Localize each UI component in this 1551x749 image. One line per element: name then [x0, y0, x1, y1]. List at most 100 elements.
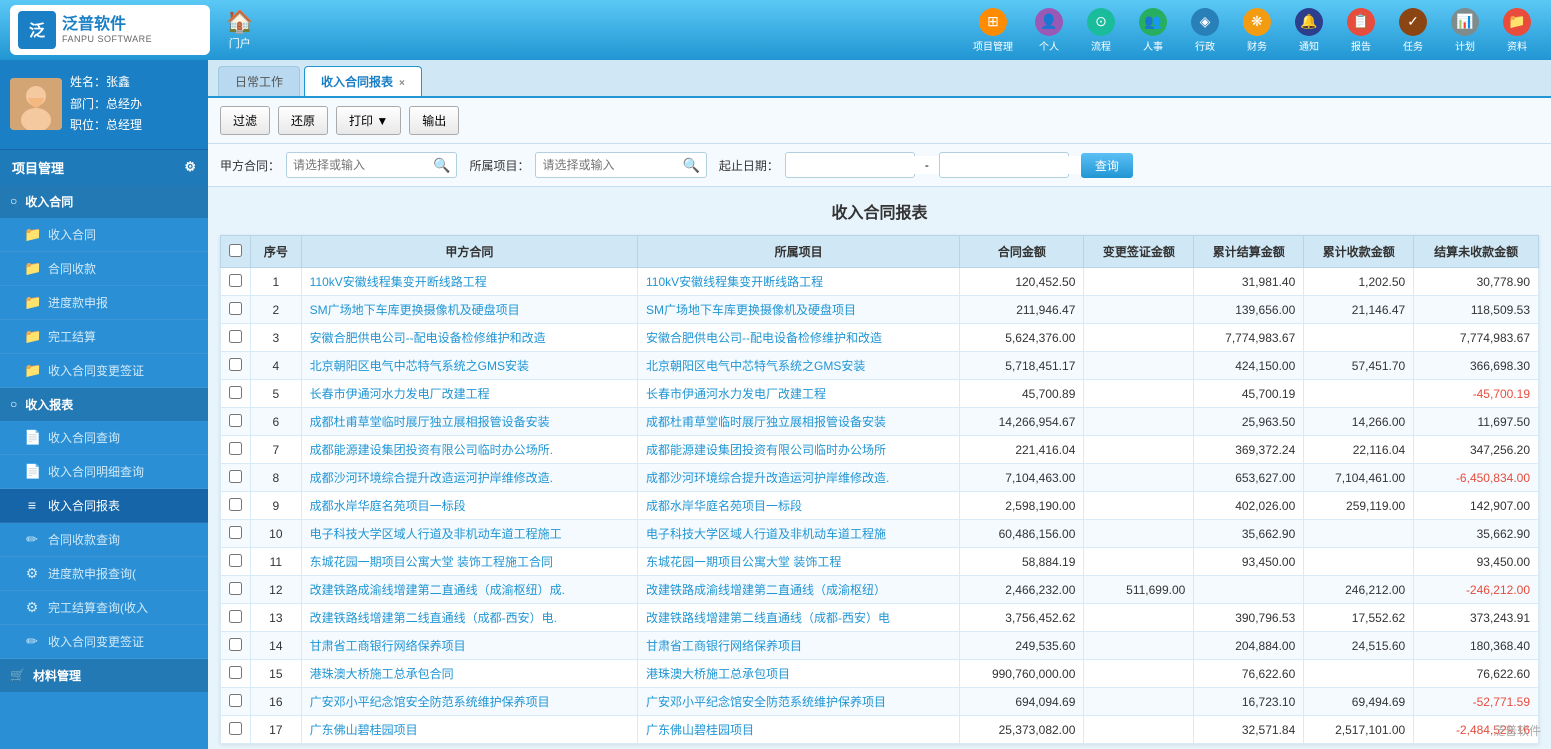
nav-icon-通知[interactable]: 🔔通知 — [1285, 4, 1333, 57]
cell-14-2[interactable]: 港珠澳大桥施工总承包合同 — [301, 660, 637, 688]
cell-16-3[interactable]: 广东佛山碧桂园项目 — [638, 716, 960, 744]
cell-0-7: 1,202.50 — [1304, 268, 1414, 296]
row-checkbox[interactable] — [229, 274, 242, 287]
row-checkbox[interactable] — [229, 666, 242, 679]
cell-14-3[interactable]: 港珠澳大桥施工总承包项目 — [638, 660, 960, 688]
sidebar-item-8[interactable]: 📄收入合同明细查询 — [0, 455, 208, 489]
cell-9-4: 60,486,156.00 — [960, 520, 1084, 548]
tab-1[interactable]: 收入合同报表× — [304, 66, 422, 96]
cell-4-3[interactable]: 长春市伊通河水力发电厂改建工程 — [638, 380, 960, 408]
row-checkbox[interactable] — [229, 470, 242, 483]
cell-10-3[interactable]: 东城花园一期项目公寓大堂 装饰工程 — [638, 548, 960, 576]
cell-16-4: 25,373,082.00 — [960, 716, 1084, 744]
sidebar-item-13[interactable]: ✏收入合同变更签证 — [0, 625, 208, 659]
cell-5-4: 14,266,954.67 — [960, 408, 1084, 436]
cell-12-2[interactable]: 改建铁路线增建第二线直通线（成都-西安）电. — [301, 604, 637, 632]
sidebar-item-0[interactable]: ○收入合同 — [0, 185, 208, 218]
row-checkbox[interactable] — [229, 694, 242, 707]
cell-2-3[interactable]: 安徽合肥供电公司--配电设备检修维护和改造 — [638, 324, 960, 352]
sidebar-item-1[interactable]: 📁收入合同 — [0, 218, 208, 252]
cell-16-2[interactable]: 广东佛山碧桂园项目 — [301, 716, 637, 744]
sidebar-item-10[interactable]: ✏合同收款查询 — [0, 523, 208, 557]
sidebar-section-title[interactable]: 项目管理 ⚙ — [0, 150, 208, 185]
sidebar-item-5[interactable]: 📁收入合同变更签证 — [0, 354, 208, 388]
export-button[interactable]: 输出 — [409, 106, 459, 135]
row-checkbox[interactable] — [229, 526, 242, 539]
reset-button[interactable]: 还原 — [278, 106, 328, 135]
sidebar-item-6[interactable]: ○收入报表 — [0, 388, 208, 421]
sidebar-item-12[interactable]: ⚙完工结算查询(收入 — [0, 591, 208, 625]
row-checkbox[interactable] — [229, 498, 242, 511]
row-checkbox[interactable] — [229, 582, 242, 595]
cell-5-2[interactable]: 成都杜甫草堂临时展厅独立展相报管设备安装 — [301, 408, 637, 436]
cell-7-3[interactable]: 成都沙河环境综合提升改造运河护岸维修改造. — [638, 464, 960, 492]
nav-icon-人事[interactable]: 👥人事 — [1129, 4, 1177, 57]
cell-0-3[interactable]: 110kV安徽线程集变开断线路工程 — [638, 268, 960, 296]
cell-6-2[interactable]: 成都能源建设集团投资有限公司临时办公场所. — [301, 436, 637, 464]
settings-icon[interactable]: ⚙ — [184, 159, 196, 175]
sidebar-item-7[interactable]: 📄收入合同查询 — [0, 421, 208, 455]
row-checkbox[interactable] — [229, 722, 242, 735]
row-checkbox[interactable] — [229, 414, 242, 427]
cell-8-3[interactable]: 成都水岸华庭名苑项目一标段 — [638, 492, 960, 520]
cell-1-3[interactable]: SM广场地下车库更换摄像机及硬盘项目 — [638, 296, 960, 324]
sidebar-item-9[interactable]: ≡收入合同报表 — [0, 489, 208, 523]
nav-icon-计划[interactable]: 📊计划 — [1441, 4, 1489, 57]
row-checkbox[interactable] — [229, 638, 242, 651]
nav-icon-行政[interactable]: ◈行政 — [1181, 4, 1229, 57]
cell-0-5 — [1084, 268, 1194, 296]
nav-icon-任务[interactable]: ✓任务 — [1389, 4, 1437, 57]
select-all-checkbox[interactable] — [229, 244, 242, 257]
row-checkbox[interactable] — [229, 610, 242, 623]
query-button[interactable]: 查询 — [1081, 153, 1133, 178]
cell-4-2[interactable]: 长春市伊通河水力发电厂改建工程 — [301, 380, 637, 408]
print-button[interactable]: 打印 ▼ — [336, 106, 401, 135]
cell-11-2[interactable]: 改建铁路成渝线增建第二直通线（成渝枢纽）成. — [301, 576, 637, 604]
cell-5-3[interactable]: 成都杜甫草堂临时展厅独立展相报管设备安装 — [638, 408, 960, 436]
nav-icon-资料[interactable]: 📁资料 — [1493, 4, 1541, 57]
sidebar-item-4[interactable]: 📁完工结算 — [0, 320, 208, 354]
contract-input[interactable] — [287, 156, 427, 174]
cell-8-2[interactable]: 成都水岸华庭名苑项目一标段 — [301, 492, 637, 520]
cell-11-3[interactable]: 改建铁路成渝线增建第二直通线（成渝枢纽） — [638, 576, 960, 604]
cell-9-2[interactable]: 电子科技大学区域人行道及非机动车道工程施工 — [301, 520, 637, 548]
cell-10-5 — [1084, 548, 1194, 576]
cell-0-2[interactable]: 110kV安徽线程集变开断线路工程 — [301, 268, 637, 296]
nav-icon-财务[interactable]: ❋财务 — [1233, 4, 1281, 57]
row-checkbox[interactable] — [229, 358, 242, 371]
cell-13-2[interactable]: 甘肃省工商银行网络保养项目 — [301, 632, 637, 660]
row-checkbox[interactable] — [229, 442, 242, 455]
cell-6-3[interactable]: 成都能源建设集团投资有限公司临时办公场所 — [638, 436, 960, 464]
cell-15-3[interactable]: 广安邓小平纪念馆安全防范系统维护保养项目 — [638, 688, 960, 716]
sidebar-item-3[interactable]: 📁进度款申报 — [0, 286, 208, 320]
cell-10-2[interactable]: 东城花园一期项目公寓大堂 装饰工程施工合同 — [301, 548, 637, 576]
nav-home-button[interactable]: 🏠 门户 — [210, 3, 269, 57]
cell-3-2[interactable]: 北京朝阳区电气中芯特气系统之GMS安装 — [301, 352, 637, 380]
table-row: 16广安邓小平纪念馆安全防范系统维护保养项目广安邓小平纪念馆安全防范系统维护保养… — [221, 688, 1539, 716]
project-search-icon[interactable]: 🔍 — [676, 157, 705, 174]
filter-button[interactable]: 过滤 — [220, 106, 270, 135]
nav-icon-报告[interactable]: 📋报告 — [1337, 4, 1385, 57]
cell-15-2[interactable]: 广安邓小平纪念馆安全防范系统维护保养项目 — [301, 688, 637, 716]
row-checkbox[interactable] — [229, 386, 242, 399]
row-checkbox[interactable] — [229, 554, 242, 567]
sidebar-item-14[interactable]: 🛒材料管理 — [0, 659, 208, 692]
cell-12-3[interactable]: 改建铁路线增建第二线直通线（成都-西安）电 — [638, 604, 960, 632]
cell-3-3[interactable]: 北京朝阳区电气中芯特气系统之GMS安装 — [638, 352, 960, 380]
sidebar-item-11[interactable]: ⚙进度款申报查询( — [0, 557, 208, 591]
tab-0[interactable]: 日常工作 — [218, 66, 300, 96]
contract-search-icon[interactable]: 🔍 — [427, 157, 456, 174]
project-input[interactable] — [536, 156, 676, 174]
row-checkbox[interactable] — [229, 302, 242, 315]
cell-7-2[interactable]: 成都沙河环境综合提升改造运河护岸维修改造. — [301, 464, 637, 492]
tab-close-1[interactable]: × — [399, 78, 405, 89]
sidebar-item-2[interactable]: 📁合同收款 — [0, 252, 208, 286]
row-checkbox[interactable] — [229, 330, 242, 343]
cell-13-3[interactable]: 甘肃省工商银行网络保养项目 — [638, 632, 960, 660]
nav-icon-项目管理[interactable]: ⊞项目管理 — [965, 4, 1021, 57]
cell-9-3[interactable]: 电子科技大学区域人行道及非机动车道工程施 — [638, 520, 960, 548]
cell-2-2[interactable]: 安徽合肥供电公司--配电设备检修维护和改造 — [301, 324, 637, 352]
cell-1-2[interactable]: SM广场地下车库更换摄像机及硬盘项目 — [301, 296, 637, 324]
nav-icon-流程[interactable]: ⊙流程 — [1077, 4, 1125, 57]
nav-icon-个人[interactable]: 👤个人 — [1025, 4, 1073, 57]
